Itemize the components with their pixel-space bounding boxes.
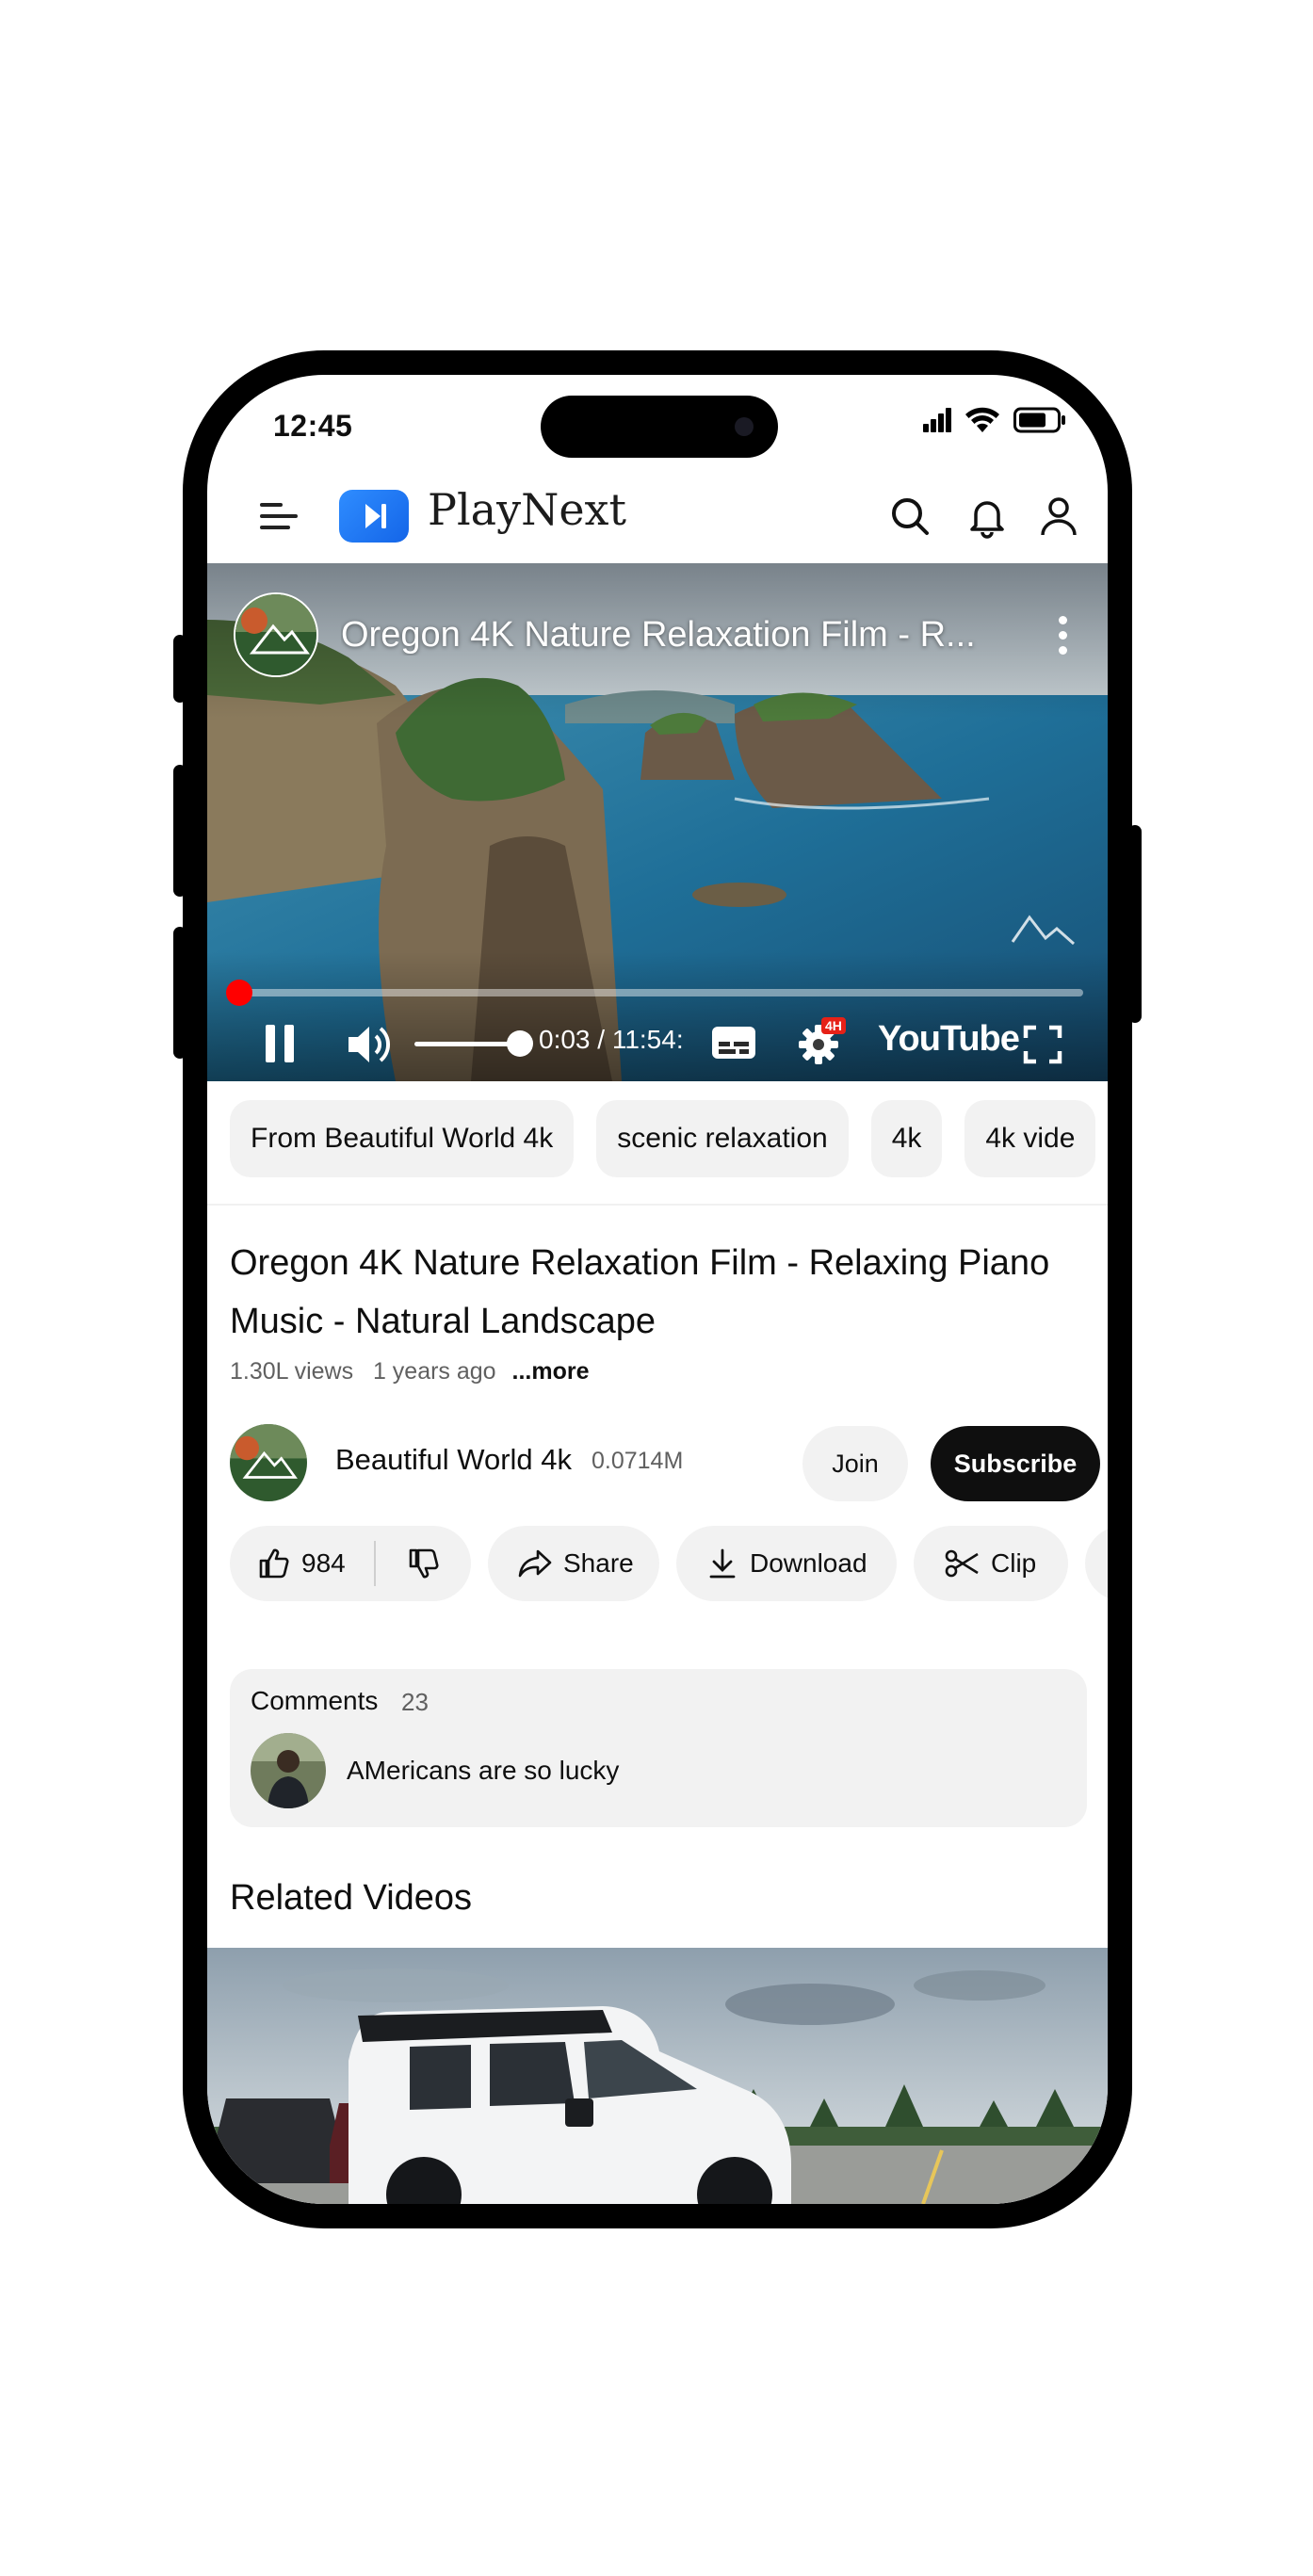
upload-age: 1 years ago	[372, 1358, 496, 1385]
comments-count: 23	[401, 1688, 429, 1716]
menu-icon[interactable]	[260, 499, 301, 533]
play-next-icon	[365, 504, 386, 528]
channel-avatar-small[interactable]	[234, 592, 318, 677]
divider	[207, 1204, 1108, 1206]
dynamic-island	[541, 396, 778, 458]
view-count: 1.30L views	[230, 1358, 354, 1385]
related-videos-heading: Related Videos	[230, 1878, 473, 1918]
wifi-icon	[965, 407, 999, 432]
app-header: PlayNext	[207, 469, 1108, 563]
related-video-thumbnail[interactable]	[207, 1948, 1108, 2204]
volume-icon[interactable]	[345, 1023, 394, 1066]
like-count[interactable]: 984	[301, 1548, 346, 1579]
chip-4k[interactable]: 4k	[870, 1100, 943, 1177]
volume-knob[interactable]	[507, 1030, 533, 1057]
video-title: Oregon 4K Nature Relaxation Film - Relax…	[230, 1243, 1050, 1341]
player-title: Oregon 4K Nature Relaxation Film - R...	[341, 614, 976, 655]
share-icon	[518, 1549, 552, 1578]
subscribe-button[interactable]: Subscribe	[931, 1426, 1100, 1501]
search-icon[interactable]	[887, 494, 932, 539]
commenter-avatar	[251, 1733, 326, 1808]
channel-row: Beautiful World 4k 0.0714M Join Subscrib…	[230, 1424, 1100, 1503]
join-button[interactable]: Join	[802, 1426, 908, 1501]
pause-icon[interactable]	[262, 1023, 300, 1064]
topic-chips: From Beautiful World 4k scenic relaxatio…	[230, 1100, 1108, 1179]
volume-up-button	[173, 765, 186, 897]
channel-avatar[interactable]	[230, 1424, 307, 1501]
subscriber-count: 0.0714M	[592, 1448, 684, 1474]
chip-scenic[interactable]: scenic relaxation	[596, 1100, 849, 1177]
status-time: 12:45	[273, 409, 353, 443]
phone-screen: 12:45 PlayNext Oregon 4K Nature Relaxati…	[207, 375, 1108, 2204]
youtube-logo-text[interactable]: YouTube	[878, 1019, 1020, 1060]
comments-panel[interactable]: Comments 23 AMericans are so lucky	[230, 1669, 1087, 1827]
thumbs-down-icon[interactable]	[408, 1547, 440, 1580]
share-label: Share	[563, 1548, 634, 1578]
volume-slider[interactable]	[414, 1042, 512, 1046]
clip-label: Clip	[991, 1548, 1037, 1578]
captions-icon[interactable]	[710, 1023, 757, 1062]
more-actions-button[interactable]	[1085, 1526, 1108, 1601]
like-divider	[373, 1541, 376, 1586]
player-top-bar: Oregon 4K Nature Relaxation Film - R...	[234, 590, 1081, 680]
app-name: PlayNext	[428, 484, 626, 535]
chip-channel[interactable]: From Beautiful World 4k	[230, 1100, 575, 1177]
more-link[interactable]: ...more	[512, 1358, 590, 1385]
comments-label: Comments	[251, 1686, 379, 1715]
volume-down-button	[173, 927, 186, 1059]
download-icon	[709, 1548, 736, 1579]
action-button	[173, 635, 186, 703]
clip-button[interactable]: Clip	[914, 1526, 1068, 1601]
progress-bar[interactable]	[225, 980, 1083, 1006]
power-button	[1128, 825, 1142, 1023]
top-comment-text: AMericans are so lucky	[347, 1756, 620, 1785]
phone-frame: 12:45 PlayNext Oregon 4K Nature Relaxati…	[173, 350, 1142, 2228]
download-button[interactable]: Download	[676, 1526, 897, 1601]
channel-name[interactable]: Beautiful World 4k	[335, 1443, 572, 1477]
chip-4k-video[interactable]: 4k vide	[964, 1100, 1096, 1177]
signal-icon	[923, 408, 951, 432]
player-controls: 0:03 / 11:54: 4H YouTube	[207, 1013, 1108, 1074]
battery-icon	[1013, 407, 1065, 433]
progress-scrubber[interactable]	[225, 980, 252, 1006]
download-label: Download	[750, 1548, 867, 1578]
action-bar: 984 Share Download Clip	[230, 1526, 1108, 1603]
status-icons	[923, 407, 1066, 433]
like-dislike-group: 984	[230, 1526, 471, 1601]
app-logo[interactable]	[339, 490, 409, 543]
fullscreen-icon[interactable]	[1023, 1025, 1062, 1064]
video-player[interactable]: Oregon 4K Nature Relaxation Film - R...	[207, 563, 1108, 1081]
bell-icon[interactable]	[964, 494, 1010, 539]
share-button[interactable]: Share	[488, 1526, 659, 1601]
time-display: 0:03 / 11:54:	[539, 1025, 684, 1054]
account-icon[interactable]	[1036, 494, 1081, 539]
thumbs-up-icon[interactable]	[258, 1547, 290, 1580]
scissors-icon	[945, 1549, 979, 1578]
more-options-icon[interactable]	[1044, 607, 1081, 663]
video-meta: 1.30L views 1 years ago ...more	[230, 1358, 590, 1385]
quality-badge: 4H	[821, 1017, 846, 1034]
